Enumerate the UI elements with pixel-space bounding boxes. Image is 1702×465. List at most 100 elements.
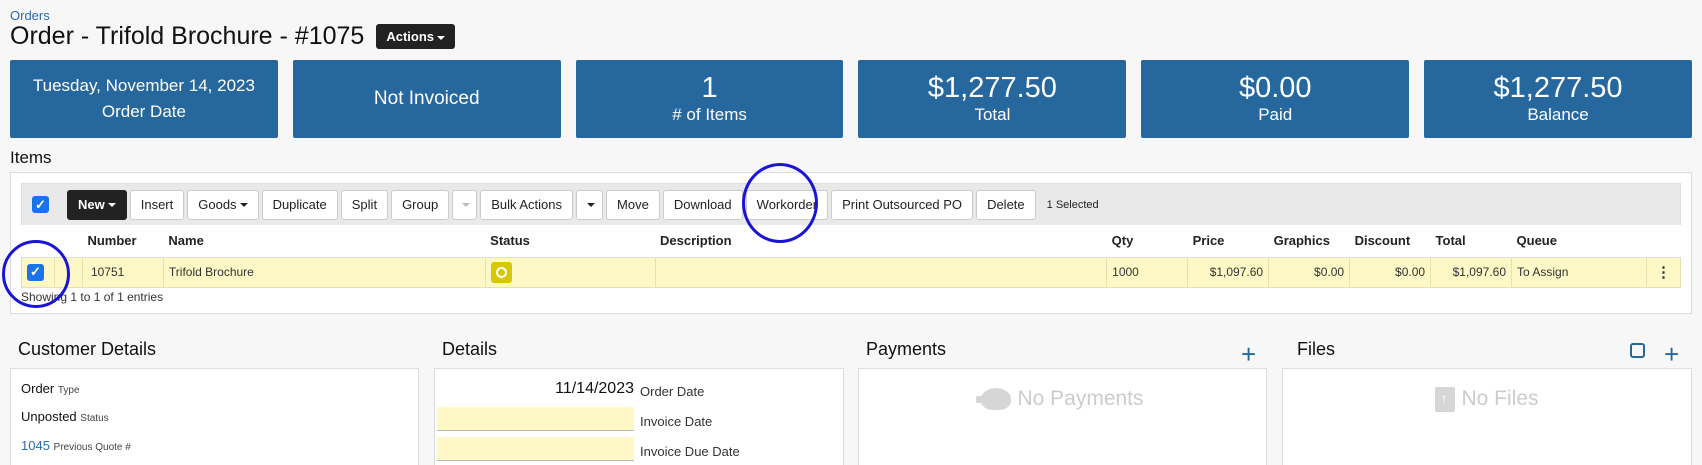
no-files-text: No Files: [1461, 387, 1539, 411]
previous-quote-label: Previous Quote #: [53, 442, 131, 453]
bulk-actions-button[interactable]: Bulk Actions: [480, 189, 574, 220]
customer-status-row: Unposted Status: [21, 409, 109, 424]
add-payment-plus-icon[interactable]: +: [1241, 341, 1256, 367]
bulk-actions-dropdown-toggle[interactable]: [576, 189, 604, 220]
add-file-plus-icon[interactable]: +: [1664, 341, 1679, 367]
files-card: No Files: [1282, 368, 1692, 465]
cell-name[interactable]: Trifold Brochure: [162, 256, 486, 288]
previous-quote-link[interactable]: 1045: [21, 438, 50, 453]
items-count-value: 1: [701, 72, 718, 104]
delete-button[interactable]: Delete: [976, 189, 1036, 220]
new-label: New: [78, 197, 105, 212]
header-status[interactable]: Status: [485, 225, 656, 258]
cell-queue: To Assign: [1511, 256, 1647, 288]
paid-value: $0.00: [1238, 72, 1312, 104]
select-all-checkbox[interactable]: ✓: [32, 196, 49, 213]
group-button[interactable]: Group: [391, 189, 450, 220]
selected-count: 1 Selected: [1046, 198, 1099, 211]
header-qty[interactable]: Qty: [1106, 225, 1188, 258]
payments-card: No Payments: [858, 368, 1267, 465]
table-row[interactable]: ✓ 10751 Trifold Brochure 1000 $1,097.60 …: [21, 256, 1682, 288]
highlight-circle-row-checkbox: [2, 240, 70, 308]
status-refresh-icon[interactable]: [490, 261, 512, 283]
total-label: Total: [974, 105, 1011, 124]
header-price[interactable]: Price: [1187, 225, 1269, 258]
move-button[interactable]: Move: [606, 189, 660, 220]
items-panel: ✓ New Insert Goods Duplicate Split Group…: [10, 172, 1692, 314]
title-row: Order - Trifold Brochure - #1075 Actions: [10, 22, 455, 51]
invoice-status-value: Not Invoiced: [373, 88, 480, 109]
details-card: 11/14/2023 Order Date Invoice Date Invoi…: [434, 368, 844, 465]
type-label: Type: [57, 385, 80, 396]
payments-title: Payments: [866, 339, 947, 359]
insert-button[interactable]: Insert: [129, 189, 185, 220]
details-order-date-label: Order Date: [640, 384, 705, 399]
header-total[interactable]: Total: [1430, 225, 1512, 258]
previous-quote-row: 1045 Previous Quote #: [21, 438, 131, 453]
goods-button[interactable]: Goods: [187, 189, 259, 220]
row-menu-icon[interactable]: ⋮: [1645, 256, 1682, 288]
cell-description: [654, 256, 1108, 288]
select-files-square-icon[interactable]: [1630, 343, 1645, 358]
status-label: Status: [80, 413, 109, 424]
table-header-row: Number Name Status Description Qty Price…: [21, 225, 1681, 258]
paid-label: Paid: [1258, 105, 1293, 124]
header-menu: [1646, 225, 1681, 258]
breadcrumb-orders[interactable]: Orders: [10, 8, 50, 23]
invoice-due-date-input[interactable]: [437, 437, 634, 461]
actions-label: Actions: [386, 29, 434, 44]
invoice-due-date-label: Invoice Due Date: [640, 444, 740, 459]
no-files-message: No Files: [1283, 387, 1691, 412]
header-graphics[interactable]: Graphics: [1268, 225, 1350, 258]
print-outsourced-po-button[interactable]: Print Outsourced PO: [831, 189, 974, 220]
balance-label: Balance: [1527, 105, 1589, 124]
total-value: $1,277.50: [927, 72, 1057, 104]
new-button[interactable]: New: [67, 189, 127, 220]
goods-label: Goods: [198, 197, 237, 212]
customer-type-row: Order Type: [21, 381, 80, 396]
actions-button[interactable]: Actions: [376, 24, 455, 49]
header-number[interactable]: Number: [82, 225, 164, 258]
stat-order-date: Tuesday, November 14, 2023 Order Date: [10, 60, 278, 138]
caret-down-icon: [107, 202, 116, 207]
order-date-label: Order Date: [101, 102, 186, 121]
split-button[interactable]: Split: [340, 189, 389, 220]
cell-discount: $0.00: [1349, 256, 1432, 288]
file-upload-icon: [1435, 387, 1456, 412]
details-title: Details: [442, 339, 498, 359]
items-section-title: Items: [10, 148, 52, 167]
items-table: Number Name Status Description Qty Price…: [21, 225, 1682, 288]
order-date-value: Tuesday, November 14, 2023: [32, 76, 255, 95]
stat-paid: $0.00 Paid: [1141, 60, 1410, 138]
header-description[interactable]: Description: [655, 225, 1107, 258]
cell-graphics: $0.00: [1268, 256, 1351, 288]
no-payments-message: No Payments: [859, 387, 1266, 411]
stat-invoice-status: Not Invoiced: [292, 60, 561, 138]
status-icon-ring: [495, 266, 507, 278]
group-dropdown-toggle[interactable]: [452, 189, 478, 220]
no-payments-text: No Payments: [1017, 387, 1144, 410]
caret-down-icon: [462, 202, 471, 207]
cell-status[interactable]: [484, 256, 656, 288]
download-button[interactable]: Download: [662, 189, 743, 220]
cell-number: 10751: [81, 256, 164, 288]
highlight-circle-workorder: [742, 163, 818, 243]
duplicate-button[interactable]: Duplicate: [261, 189, 338, 220]
header-discount[interactable]: Discount: [1349, 225, 1431, 258]
invoice-date-input[interactable]: [437, 407, 634, 431]
balance-value: $1,277.50: [1493, 72, 1623, 104]
items-toolbar: ✓ New Insert Goods Duplicate Split Group…: [21, 183, 1681, 225]
stats-row: Tuesday, November 14, 2023 Order Date No…: [10, 60, 1692, 138]
cell-total: $1,097.60: [1430, 256, 1513, 288]
page-title: Order - Trifold Brochure - #1075: [10, 22, 365, 50]
details-order-date-value: 11/14/2023: [555, 380, 634, 397]
cell-price: $1,097.60: [1187, 256, 1270, 288]
invoice-date-label: Invoice Date: [640, 414, 713, 429]
piggy-bank-icon: [976, 388, 1012, 411]
stat-balance: $1,277.50 Balance: [1424, 60, 1692, 138]
items-count-label: # of Items: [672, 105, 747, 124]
header-name[interactable]: Name: [163, 225, 486, 258]
type-value: Order: [21, 381, 55, 396]
customer-details-title: Customer Details: [18, 339, 157, 359]
header-queue[interactable]: Queue: [1511, 225, 1647, 258]
